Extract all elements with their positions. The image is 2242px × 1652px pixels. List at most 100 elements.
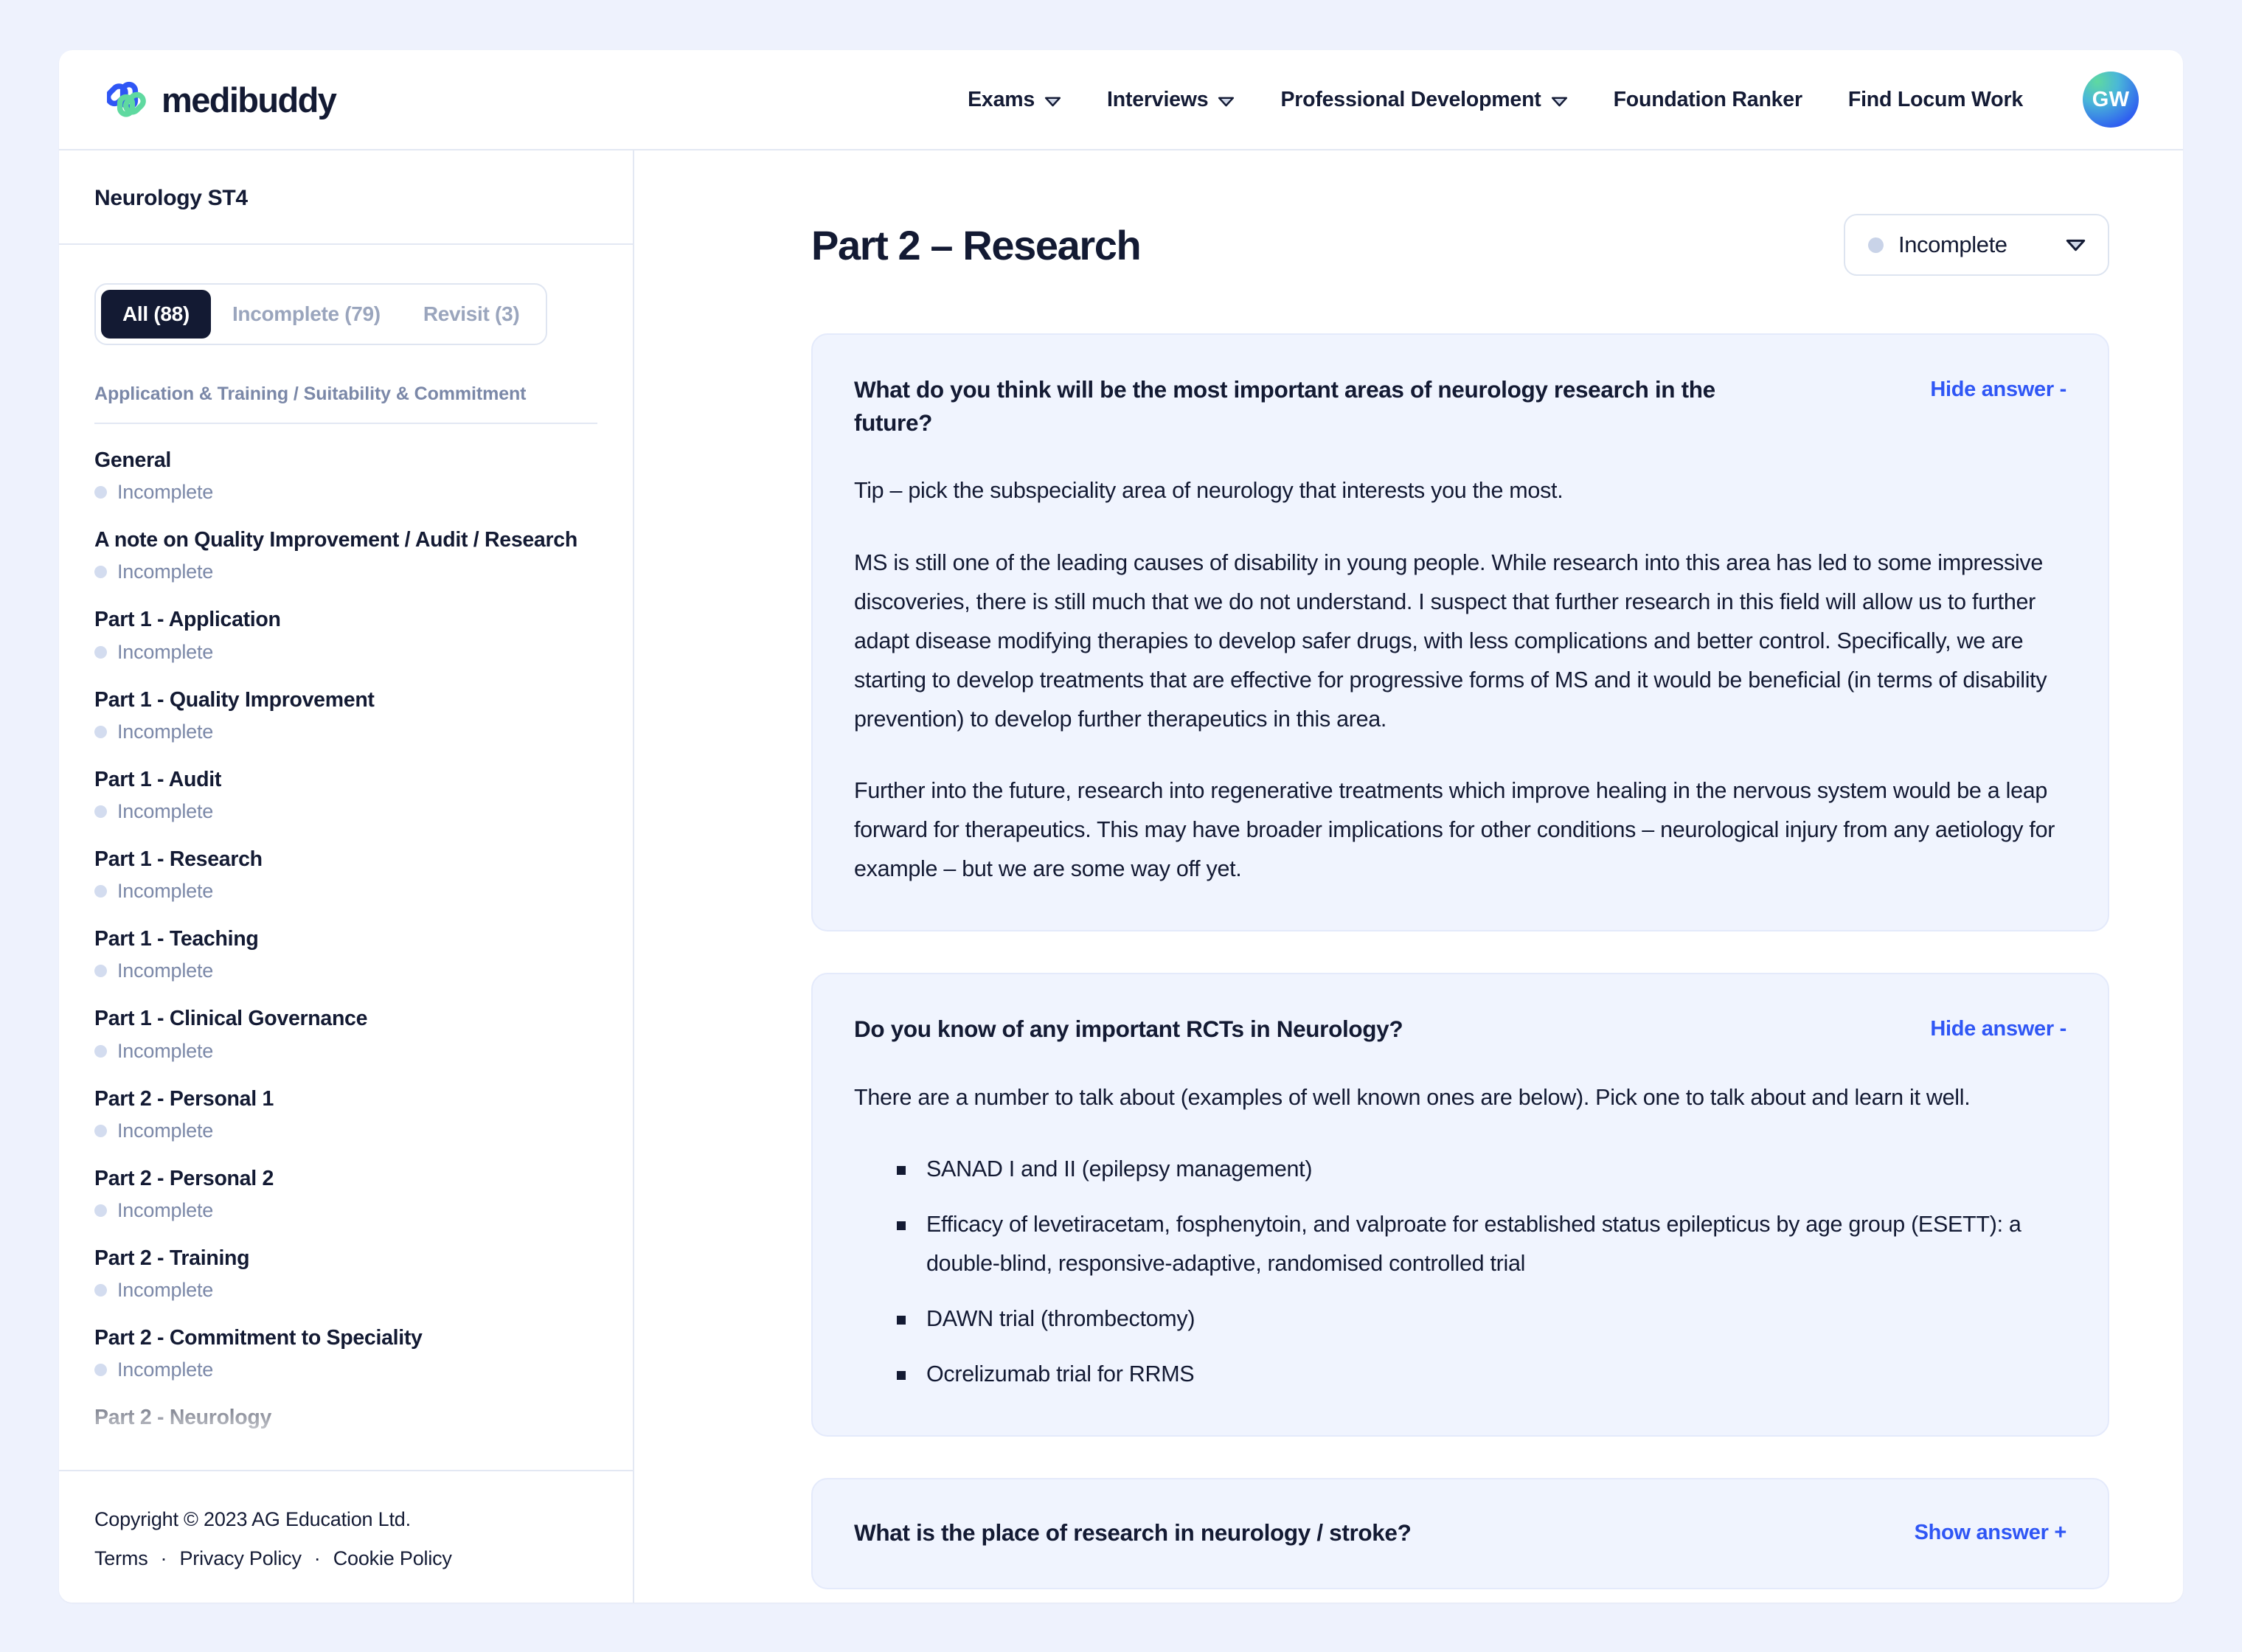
sidebar-item-part1-teaching[interactable]: Part 1 - Teaching Incomplete bbox=[94, 903, 597, 982]
nav-item-exams[interactable]: Exams bbox=[945, 88, 1084, 112]
nav-item-find-locum-work[interactable]: Find Locum Work bbox=[1825, 88, 2046, 112]
terms-link[interactable]: Terms bbox=[94, 1547, 148, 1570]
sidebar-item-label: Part 2 - Neurology bbox=[94, 1406, 272, 1430]
nav-label: Professional Development bbox=[1280, 87, 1541, 111]
sidebar-item-part1-audit[interactable]: Part 1 - Audit Incomplete bbox=[94, 743, 597, 823]
filter-tab-revisit[interactable]: Revisit (3) bbox=[402, 290, 541, 339]
page-title: Part 2 – Research bbox=[811, 221, 1142, 268]
toggle-answer-button[interactable]: Hide answer - bbox=[1930, 1013, 2066, 1041]
status-text: Incomplete bbox=[117, 1198, 214, 1221]
sidebar-item-part2-personal-2[interactable]: Part 2 - Personal 2 Incomplete bbox=[94, 1142, 597, 1222]
page-body: Neurology ST4 All (88) Incomplete (79) R… bbox=[59, 150, 2183, 1603]
brand-logo[interactable]: medibuddy bbox=[107, 79, 337, 120]
status-text: Incomplete bbox=[117, 1119, 214, 1142]
nav-item-interviews[interactable]: Interviews bbox=[1084, 88, 1257, 112]
toggle-answer-button[interactable]: Hide answer - bbox=[1930, 373, 2066, 402]
sidebar-item-status: Incomplete bbox=[94, 1199, 597, 1222]
sidebar-item-status: Incomplete bbox=[94, 1120, 597, 1142]
sidebar-item-label: General bbox=[94, 448, 172, 472]
main-header: Part 2 – Research Incomplete bbox=[811, 214, 2109, 276]
status-value: Incomplete bbox=[1898, 232, 2007, 257]
nav-label: Find Locum Work bbox=[1847, 87, 2023, 111]
status-text: Incomplete bbox=[117, 640, 214, 663]
sidebar-footer: Copyright © 2023 AG Education Ltd. Terms… bbox=[59, 1470, 633, 1603]
status-dot-icon bbox=[94, 1204, 107, 1217]
nav-item-foundation-ranker[interactable]: Foundation Ranker bbox=[1591, 88, 1825, 112]
sidebar-item-status: Incomplete bbox=[94, 1040, 597, 1063]
sidebar-item-part1-application[interactable]: Part 1 - Application Incomplete bbox=[94, 583, 597, 663]
answer-paragraph: There are a number to talk about (exampl… bbox=[854, 1084, 1971, 1110]
sidebar: Neurology ST4 All (88) Incomplete (79) R… bbox=[59, 150, 634, 1603]
filter-tab-all[interactable]: All (88) bbox=[101, 290, 211, 339]
question-text: What is the place of research in neurolo… bbox=[854, 1519, 1412, 1547]
nav-label: Foundation Ranker bbox=[1613, 87, 1802, 111]
main-content: Part 2 – Research Incomplete What do you… bbox=[634, 150, 2183, 1603]
user-avatar[interactable]: GW bbox=[2083, 72, 2139, 128]
question-text: What do you think will be the most impor… bbox=[854, 376, 1715, 436]
answer-bullet-list: SANAD I and II (epilepsy management) Eff… bbox=[897, 1150, 2066, 1394]
sidebar-item-part1-quality-improvement[interactable]: Part 1 - Quality Improvement Incomplete bbox=[94, 664, 597, 743]
sidebar-item-part2-commitment-to-speciality[interactable]: Part 2 - Commitment to Speciality Incomp… bbox=[94, 1302, 597, 1381]
sidebar-item-status: Incomplete bbox=[94, 641, 597, 664]
sidebar-item-label: Part 1 - Research bbox=[94, 847, 263, 871]
sidebar-item-status: Incomplete bbox=[94, 721, 597, 743]
link-separator: · bbox=[313, 1547, 321, 1569]
copyright-text: Copyright © 2023 AG Education Ltd. bbox=[94, 1508, 411, 1530]
sidebar-title: Neurology ST4 bbox=[59, 150, 633, 245]
brand-name: medibuddy bbox=[162, 80, 337, 119]
sidebar-item-label: Part 2 - Commitment to Speciality bbox=[94, 1326, 423, 1350]
chevron-down-icon bbox=[1044, 97, 1061, 106]
question-card: What is the place of research in neurolo… bbox=[811, 1478, 2109, 1589]
cookie-policy-link[interactable]: Cookie Policy bbox=[333, 1547, 452, 1570]
main-navigation: Exams Interviews Professional Developmen… bbox=[945, 72, 2139, 128]
privacy-policy-link[interactable]: Privacy Policy bbox=[180, 1547, 302, 1570]
list-item: Efficacy of levetiracetam, fosphenytoin,… bbox=[897, 1205, 2066, 1283]
chevron-down-icon bbox=[1551, 97, 1567, 106]
answer-paragraph: MS is still one of the leading causes of… bbox=[854, 549, 2047, 732]
filter-segmented-control: All (88) Incomplete (79) Revisit (3) bbox=[94, 283, 548, 345]
sidebar-item-status: Incomplete bbox=[94, 1279, 597, 1302]
list-item: Ocrelizumab trial for RRMS bbox=[897, 1355, 2066, 1394]
status-dot-icon bbox=[94, 1124, 107, 1137]
sidebar-item-part2-neurology[interactable]: Part 2 - Neurology bbox=[94, 1381, 597, 1430]
sidebar-item-note-qi-audit-research[interactable]: A note on Quality Improvement / Audit / … bbox=[94, 504, 597, 583]
filter-tab-incomplete[interactable]: Incomplete (79) bbox=[211, 290, 402, 339]
status-dot-icon bbox=[94, 805, 107, 818]
sidebar-scroll-area[interactable]: All (88) Incomplete (79) Revisit (3) App… bbox=[59, 245, 633, 1470]
status-dot-icon bbox=[94, 965, 107, 978]
sidebar-item-status: Incomplete bbox=[94, 800, 597, 823]
link-separator: · bbox=[160, 1547, 167, 1569]
status-dot-icon bbox=[94, 885, 107, 898]
question-text: Do you know of any important RCTs in Neu… bbox=[854, 1016, 1403, 1042]
app-window: medibuddy Exams Interviews Professional … bbox=[59, 50, 2183, 1603]
status-dot-icon bbox=[1868, 237, 1884, 253]
sidebar-item-status: Incomplete bbox=[94, 959, 597, 982]
sidebar-item-part2-personal-1[interactable]: Part 2 - Personal 1 Incomplete bbox=[94, 1063, 597, 1142]
sidebar-item-label: A note on Quality Improvement / Audit / … bbox=[94, 528, 577, 552]
sidebar-item-part2-training[interactable]: Part 2 - Training Incomplete bbox=[94, 1222, 597, 1302]
answer-paragraph: Tip – pick the subspeciality area of neu… bbox=[854, 478, 1564, 504]
sidebar-item-status: Incomplete bbox=[94, 1358, 597, 1381]
status-text: Incomplete bbox=[117, 720, 214, 743]
nav-item-professional-development[interactable]: Professional Development bbox=[1257, 88, 1590, 112]
sidebar-item-label: Part 1 - Quality Improvement bbox=[94, 687, 375, 712]
status-text: Incomplete bbox=[117, 880, 214, 903]
status-dot-icon bbox=[94, 1044, 107, 1058]
sidebar-item-status: Incomplete bbox=[94, 481, 597, 504]
sidebar-item-part1-research[interactable]: Part 1 - Research Incomplete bbox=[94, 823, 597, 903]
status-dot-icon bbox=[94, 566, 107, 579]
sidebar-item-part1-clinical-governance[interactable]: Part 1 - Clinical Governance Incomplete bbox=[94, 982, 597, 1062]
sidebar-item-label: Part 1 - Teaching bbox=[94, 927, 259, 951]
question-card: What do you think will be the most impor… bbox=[811, 333, 2109, 931]
sidebar-item-general[interactable]: General Incomplete bbox=[94, 424, 597, 504]
sidebar-item-label: Part 1 - Clinical Governance bbox=[94, 1007, 368, 1031]
status-text: Incomplete bbox=[117, 481, 214, 504]
status-dropdown[interactable]: Incomplete bbox=[1844, 214, 2109, 276]
question-card: Do you know of any important RCTs in Neu… bbox=[811, 973, 2109, 1437]
nav-label: Interviews bbox=[1107, 87, 1209, 111]
toggle-answer-button[interactable]: Show answer + bbox=[1915, 1516, 2067, 1545]
status-text: Incomplete bbox=[117, 959, 214, 982]
chevron-down-icon bbox=[1218, 97, 1235, 106]
sidebar-item-label: Part 1 - Application bbox=[94, 608, 281, 632]
status-dot-icon bbox=[94, 725, 107, 738]
